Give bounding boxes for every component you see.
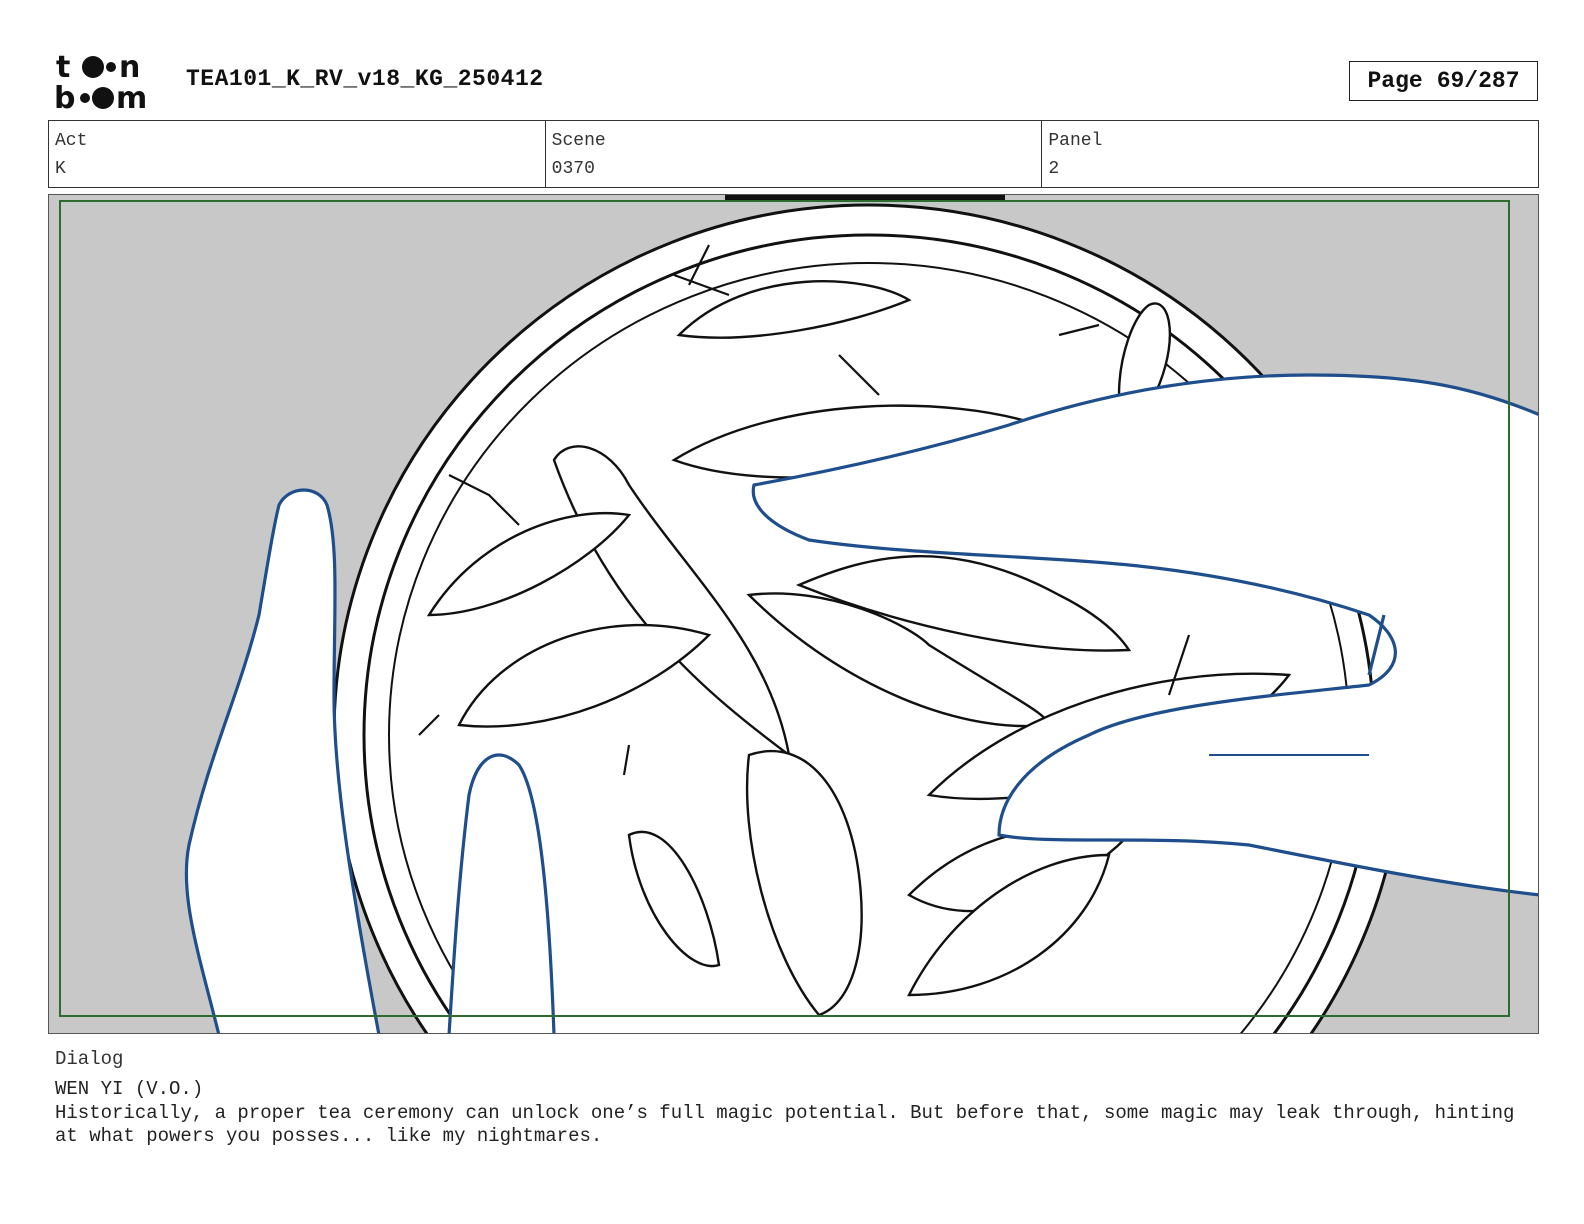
dialog-text: Historically, a proper tea ceremony can … (55, 1102, 1515, 1147)
act-value: K (55, 159, 66, 179)
svg-text:t: t (56, 50, 70, 85)
panel-cell: Panel 2 (1042, 121, 1538, 187)
scene-label: Scene (551, 131, 606, 151)
page-indicator: Page 69/287 (1349, 61, 1538, 101)
scene-value: 0370 (551, 159, 595, 179)
act-label: Act (55, 131, 88, 151)
toon-boom-logo: t n b m (54, 50, 147, 112)
svg-text:b: b (54, 81, 75, 112)
dialog-speaker: WEN YI (V.O.) (55, 1078, 204, 1100)
panel-label: Panel (1048, 131, 1103, 151)
svg-text:n: n (119, 50, 140, 85)
act-cell: Act K (49, 121, 546, 187)
panel-value: 2 (1048, 159, 1060, 179)
scene-cell: Scene 0370 (546, 121, 1043, 187)
dialog-label: Dialog (55, 1048, 124, 1070)
project-title: TEA101_K_RV_v18_KG_250412 (186, 66, 544, 92)
page-label: Page (1367, 68, 1423, 94)
svg-text:m: m (116, 81, 147, 112)
frame-tab (725, 195, 1005, 200)
storyboard-panel (48, 194, 1539, 1034)
info-table: Act K Scene 0370 Panel 2 (48, 120, 1539, 188)
panel-drawing (49, 195, 1538, 1033)
page-number: 69/287 (1436, 68, 1520, 94)
